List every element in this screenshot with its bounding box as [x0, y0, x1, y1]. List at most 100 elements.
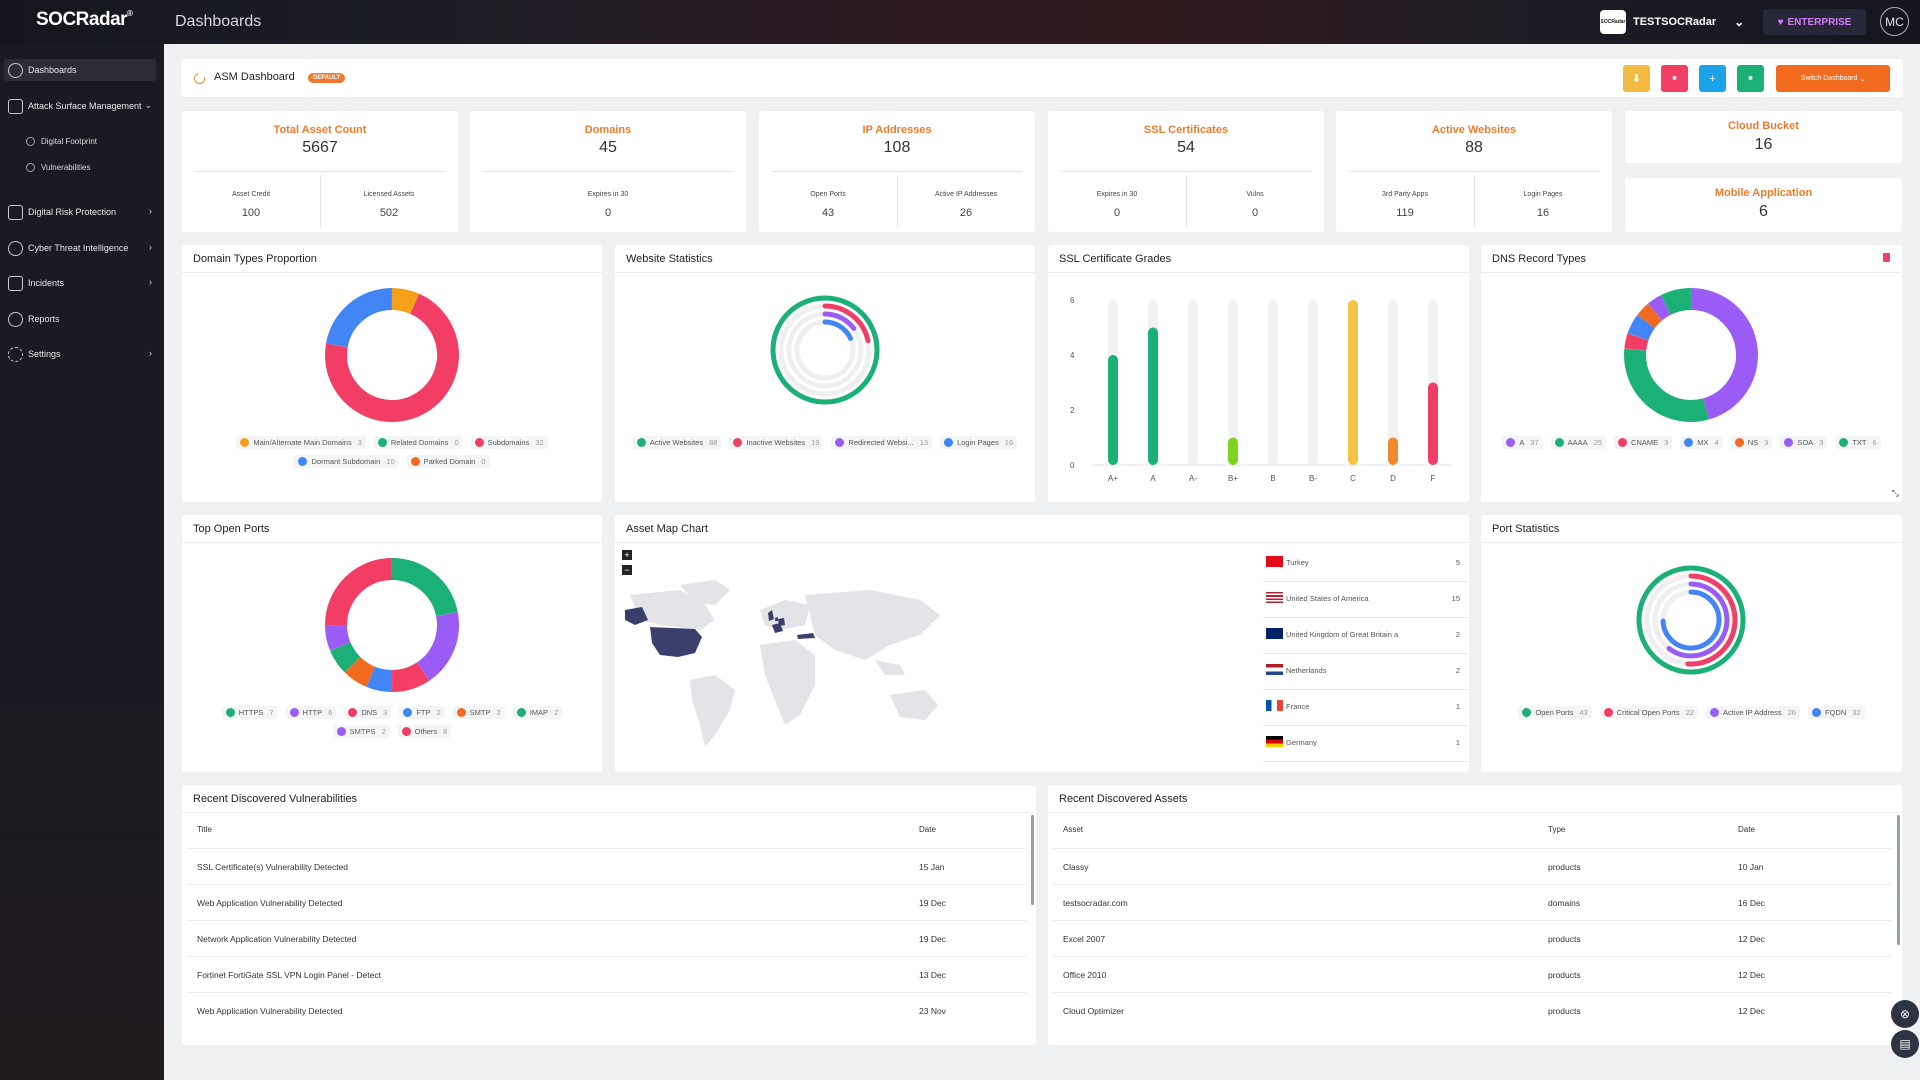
socradar-logo[interactable]: SOCRadar®: [36, 9, 133, 31]
country-row[interactable]: Turkey 5: [1263, 546, 1468, 582]
country-row[interactable]: United States of America 15: [1263, 582, 1468, 618]
legend-item[interactable]: AAAA 25: [1550, 436, 1607, 449]
donut-slice[interactable]: [391, 558, 458, 617]
legend-item[interactable]: TXT 6: [1835, 436, 1881, 449]
sidebar-item-dashboards[interactable]: Dashboards: [4, 59, 156, 81]
vulnerability-row[interactable]: Web Application Vulnerability Detected 23…: [187, 992, 1026, 1028]
stat-card-ip-addresses[interactable]: IP Addresses 108 Open Ports 43 Active IP…: [759, 111, 1035, 232]
country-row[interactable]: Netherlands 2: [1263, 654, 1468, 690]
donut-slice[interactable]: [325, 624, 351, 651]
donut-slice[interactable]: [325, 558, 393, 626]
asset-row[interactable]: Office 2010 products 12 Dec: [1053, 956, 1892, 992]
trash-icon[interactable]: [1883, 253, 1890, 262]
sidebar-item-digital-risk[interactable]: Digital Risk Protection ›: [4, 201, 156, 223]
legend-item[interactable]: SMTP 2: [452, 706, 505, 719]
download-button[interactable]: ⬇: [1623, 65, 1650, 92]
column-header-title[interactable]: Title: [197, 825, 212, 834]
asset-row[interactable]: testsocradar.com domains 16 Dec: [1053, 884, 1892, 920]
sidebar-item-cti[interactable]: Cyber Threat Intelligence ›: [4, 237, 156, 259]
donut-slice[interactable]: [1690, 288, 1758, 420]
vulnerability-row[interactable]: Fortinet FortiGate SSL VPN Login Panel -…: [187, 956, 1026, 992]
legend-item[interactable]: A 37: [1502, 436, 1543, 449]
stat-card-cloud-bucket[interactable]: Cloud Bucket 16: [1625, 111, 1902, 163]
donut-slice[interactable]: [1624, 333, 1649, 351]
sidebar-item-incidents[interactable]: Incidents ›: [4, 272, 156, 294]
save-button[interactable]: ■: [1737, 65, 1764, 92]
stat-card-mobile-application[interactable]: Mobile Application 6: [1625, 178, 1902, 232]
sidebar-subitem-vulnerabilities[interactable]: Vulnerabilities: [26, 163, 91, 172]
add-button[interactable]: +: [1699, 65, 1726, 92]
domain-types-donut[interactable]: [322, 285, 462, 425]
legend-item[interactable]: HTTPS 7: [221, 706, 278, 719]
legend-item[interactable]: FQDN 32: [1807, 706, 1865, 719]
country-row[interactable]: France 1: [1263, 690, 1468, 726]
world-map[interactable]: [620, 575, 950, 750]
legend-item[interactable]: SOA 3: [1780, 436, 1828, 449]
donut-slice[interactable]: [1637, 303, 1663, 329]
resize-handle-icon[interactable]: ⤡: [1892, 488, 1899, 499]
legend-item[interactable]: HTTP 6: [285, 706, 337, 719]
delete-button[interactable]: ■: [1661, 65, 1688, 92]
donut-slice[interactable]: [391, 288, 420, 315]
legend-item[interactable]: Open Ports 43: [1518, 706, 1592, 719]
donut-slice[interactable]: [326, 288, 393, 348]
stat-card-domains[interactable]: Domains 45 Expires in 30 0: [470, 111, 746, 232]
donut-slice[interactable]: [1627, 315, 1656, 341]
donut-slice[interactable]: [391, 662, 430, 692]
ssl-grades-bar-chart[interactable]: 0 2 4 6 A+ A A- B+ B B- C D F: [1058, 285, 1458, 495]
scrollbar[interactable]: [1897, 815, 1900, 945]
legend-item[interactable]: SMTPS 2: [332, 725, 390, 738]
vulnerability-row[interactable]: SSL Certificate(s) Vulnerability Detecte…: [187, 848, 1026, 884]
stat-card-active-websites[interactable]: Active Websites 88 3rd Party Apps 119 Lo…: [1336, 111, 1612, 232]
legend-item[interactable]: Subdomains 32: [470, 436, 548, 449]
donut-slice[interactable]: [366, 666, 393, 692]
legend-item[interactable]: Active Websites 88: [632, 436, 722, 449]
legend-item[interactable]: CNAME 3: [1614, 436, 1673, 449]
organization-selector[interactable]: SOCRadar TESTSOCRadar ⌄: [1600, 9, 1744, 35]
donut-slice[interactable]: [1660, 288, 1692, 315]
donut-slice[interactable]: [1624, 348, 1709, 422]
country-row[interactable]: United Kingdom of Great Britain a 2: [1263, 618, 1468, 654]
sidebar-item-settings[interactable]: Settings ›: [4, 343, 156, 365]
asset-row[interactable]: Classy products 10 Jan: [1053, 848, 1892, 884]
legend-item[interactable]: Main/Alternate Main Domains 3: [236, 436, 366, 449]
legend-item[interactable]: Dormant Subdomain 10: [294, 455, 399, 468]
sidebar-subitem-digital-footprint[interactable]: Digital Footprint: [26, 137, 97, 146]
donut-slice[interactable]: [330, 641, 361, 673]
bar[interactable]: [1108, 355, 1118, 465]
scrollbar[interactable]: [1031, 815, 1034, 905]
legend-item[interactable]: NS 3: [1730, 436, 1773, 449]
help-button[interactable]: ⊗: [1891, 1000, 1919, 1028]
dns-record-types-donut[interactable]: [1621, 285, 1761, 425]
bar[interactable]: [1388, 437, 1398, 466]
sidebar-item-attack-surface[interactable]: Attack Surface Management ⌄: [4, 95, 156, 117]
bar[interactable]: [1228, 437, 1238, 466]
legend-item[interactable]: Related Domains 0: [373, 436, 463, 449]
radial-bar[interactable]: [822, 319, 853, 341]
website-statistics-radial[interactable]: [765, 290, 885, 410]
port-statistics-radial[interactable]: [1631, 560, 1751, 680]
switch-dashboard-button[interactable]: Switch Dashboard ⌄: [1776, 65, 1890, 92]
vulnerability-row[interactable]: Network Application Vulnerability Detect…: [187, 920, 1026, 956]
top-open-ports-donut[interactable]: [322, 555, 462, 695]
legend-item[interactable]: Login Pages 16: [940, 436, 1018, 449]
legend-item[interactable]: Active IP Address 26: [1705, 706, 1800, 719]
donut-slice[interactable]: [416, 611, 459, 681]
column-header-date[interactable]: Date: [919, 825, 936, 834]
legend-item[interactable]: DNS 3: [344, 706, 392, 719]
user-avatar[interactable]: MC: [1880, 7, 1909, 36]
chat-button[interactable]: ▤: [1891, 1030, 1919, 1058]
stat-card-total-assets[interactable]: Total Asset Count 5667 Asset Credit 100 …: [182, 111, 458, 232]
bar[interactable]: [1428, 382, 1438, 466]
bar[interactable]: [1148, 327, 1158, 466]
legend-item[interactable]: MX 4: [1680, 436, 1723, 449]
column-header-type[interactable]: Type: [1548, 825, 1565, 834]
donut-slice[interactable]: [1647, 295, 1672, 321]
stat-card-ssl-certificates[interactable]: SSL Certificates 54 Expires in 30 0 Vuln…: [1048, 111, 1324, 232]
legend-item[interactable]: Others 8: [397, 725, 452, 738]
vulnerability-row[interactable]: Web Application Vulnerability Detected 19…: [187, 884, 1026, 920]
enterprise-badge[interactable]: ♥ ENTERPRISE: [1763, 9, 1866, 35]
column-header-date[interactable]: Date: [1738, 825, 1755, 834]
zoom-out-button[interactable]: −: [622, 565, 632, 575]
legend-item[interactable]: Redirected Websi... 13: [831, 436, 933, 449]
